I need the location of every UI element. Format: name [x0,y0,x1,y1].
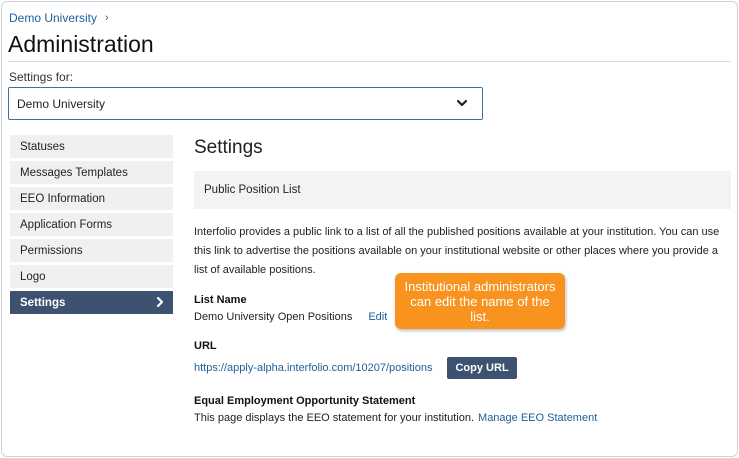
sidebar-item-label: Application Forms [20,218,113,231]
chevron-down-icon [456,99,468,107]
sidebar-item-statuses[interactable]: Statuses [10,135,173,158]
sidebar-item-label: Statuses [20,140,65,153]
list-name-value: Demo University Open Positions [194,311,353,323]
sidebar-item-logo[interactable]: Logo [10,265,173,288]
callout-text: Institutional administrators can edit th… [404,278,556,324]
url-row: https://apply-alpha.interfolio.com/10207… [194,357,731,379]
edit-list-name-link[interactable]: Edit [368,311,387,323]
sidebar-item-label: Permissions [20,244,83,257]
sidebar-item-application-forms[interactable]: Application Forms [10,213,173,236]
section-subheader: Public Position List [194,171,731,209]
sidebar-item-settings[interactable]: Settings [10,291,173,314]
callout-annotation: Institutional administrators can edit th… [395,273,565,329]
institution-select[interactable]: Demo University [8,87,483,120]
chevron-right-icon: › [105,12,109,24]
section-description: Interfolio provides a public link to a l… [194,226,720,276]
section-title: Settings [194,137,263,158]
sidebar-item-label: Logo [20,270,46,283]
sidebar-item-label: Settings [20,296,66,309]
divider [8,61,731,62]
sidebar-item-permissions[interactable]: Permissions [10,239,173,262]
url-label: URL [194,340,217,352]
url-block: URL https://apply-alpha.interfolio.com/1… [194,340,731,379]
chevron-right-icon [156,296,164,308]
institution-select-value: Demo University [17,96,106,111]
sidebar-item-messages-templates[interactable]: Messages Templates [10,161,173,184]
sidebar-item-label: Messages Templates [20,166,128,179]
public-url-link[interactable]: https://apply-alpha.interfolio.com/10207… [194,362,432,374]
settings-for-label: Settings for: [9,70,74,84]
breadcrumb-link[interactable]: Demo University [9,11,97,25]
manage-eeo-link[interactable]: Manage EEO Statement [478,412,597,424]
eeo-label: Equal Employment Opportunity Statement [194,395,416,407]
sidebar-item-eeo-information[interactable]: EEO Information [10,187,173,210]
page-title: Administration [8,31,154,57]
copy-url-button[interactable]: Copy URL [447,357,517,379]
eeo-row: This page displays the EEO statement for… [194,412,731,424]
sidebar-item-label: EEO Information [20,192,106,205]
breadcrumb: Demo University › [9,11,109,25]
eeo-block: Equal Employment Opportunity Statement T… [194,395,731,424]
sidebar: Statuses Messages Templates EEO Informat… [10,135,173,317]
eeo-text: This page displays the EEO statement for… [194,412,475,424]
